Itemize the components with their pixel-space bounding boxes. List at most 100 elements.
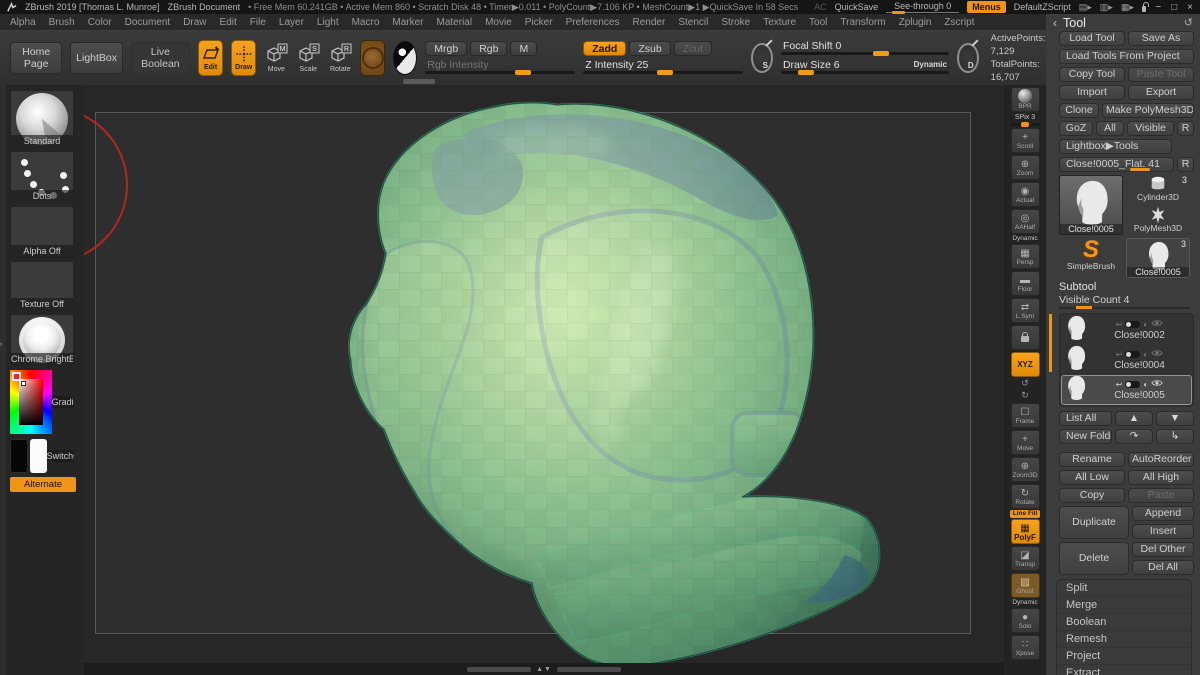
polypaint-icon[interactable]: ◐ xyxy=(1143,320,1148,329)
alternate-button[interactable]: Alternate xyxy=(10,477,76,492)
goz-visible-button[interactable]: Visible xyxy=(1127,121,1174,136)
left-item-texture-off[interactable]: Texture Off xyxy=(10,261,74,311)
edit-button[interactable]: Edit xyxy=(198,40,223,76)
goz-all-button[interactable]: All xyxy=(1096,121,1124,136)
lightbox-button[interactable]: LightBox xyxy=(70,42,122,74)
mrgb-button[interactable]: Mrgb xyxy=(425,41,467,56)
tool-thumb-close0005[interactable]: 3 Close!0005 xyxy=(1126,238,1190,278)
tool-thumb-active[interactable]: Close!0005 xyxy=(1059,175,1123,235)
subtool-row[interactable]: ↩◐Close!0002 xyxy=(1061,315,1192,345)
switch-color-swatches[interactable] xyxy=(10,439,47,473)
menu-movie[interactable]: Movie xyxy=(485,17,512,28)
current-color-chip[interactable] xyxy=(12,372,21,381)
zadd-button[interactable]: Zadd xyxy=(583,41,626,56)
shelf-rotate-button[interactable]: ↻Rotate xyxy=(1011,484,1040,509)
menu-brush[interactable]: Brush xyxy=(49,17,75,28)
polypaint-icon[interactable]: ◐ xyxy=(1143,350,1148,359)
new-folder-button[interactable]: New Folder xyxy=(1059,429,1112,444)
eye-icon[interactable] xyxy=(1151,379,1163,389)
panel-refresh-icon[interactable]: ↺ xyxy=(1184,16,1193,29)
move-down-button[interactable]: ▼ xyxy=(1156,411,1194,426)
z-intensity-slider[interactable]: Z Intensity 25 xyxy=(583,59,743,75)
shelf-spix-slider[interactable]: SPix 3 xyxy=(1010,114,1040,126)
menu-layer[interactable]: Layer xyxy=(279,17,304,28)
menus-button[interactable]: Menus xyxy=(967,1,1006,13)
import-button[interactable]: Import xyxy=(1059,85,1125,100)
del-all-button[interactable]: Del All xyxy=(1132,560,1194,575)
document-canvas[interactable]: ▲▼ xyxy=(84,85,1004,675)
section-remesh[interactable]: Remesh xyxy=(1057,631,1191,648)
redo-arrow-button[interactable]: ↷ xyxy=(1115,429,1153,444)
minimize-button[interactable]: − xyxy=(1154,2,1162,13)
save-as-button[interactable]: Save As xyxy=(1128,31,1194,46)
menu-macro[interactable]: Macro xyxy=(352,17,380,28)
left-item-alternate-button[interactable]: Alternate xyxy=(10,477,74,492)
branch-arrow-button[interactable]: ↳ xyxy=(1156,429,1194,444)
goz-r-button[interactable]: R xyxy=(1177,121,1194,136)
menu-zplugin[interactable]: Zplugin xyxy=(899,17,932,28)
menu-draw[interactable]: Draw xyxy=(183,17,206,28)
visibility-pill-icon[interactable] xyxy=(1125,321,1140,328)
left-item-material-chrome[interactable]: Chrome BrightBl xyxy=(10,314,74,366)
subtool-row[interactable]: ↩◐Close!0005 xyxy=(1061,375,1192,405)
menu-texture[interactable]: Texture xyxy=(763,17,796,28)
shelf-bpr-button[interactable]: BPR xyxy=(1011,87,1040,112)
eye-icon[interactable] xyxy=(1151,349,1163,359)
shelf-spin-left-icon[interactable]: ↺ xyxy=(1017,378,1033,390)
tool-thumb-cylinder3d[interactable]: 3 Cylinder3D xyxy=(1126,175,1190,204)
menu-tool[interactable]: Tool xyxy=(809,17,827,28)
subtool-header[interactable]: Subtool xyxy=(1059,281,1200,293)
material-sphere-button[interactable] xyxy=(393,41,417,75)
rotate-button[interactable]: R Rotate xyxy=(328,43,352,73)
goz-button[interactable]: GoZ xyxy=(1059,121,1093,136)
quicksave-button[interactable]: QuickSave xyxy=(835,2,879,12)
copy-button[interactable]: Copy xyxy=(1059,488,1125,503)
move-button[interactable]: M Move xyxy=(264,43,288,73)
copy-tool-button[interactable]: Copy Tool xyxy=(1059,67,1125,82)
menu-render[interactable]: Render xyxy=(633,17,666,28)
subtool-thumbnail[interactable] xyxy=(1065,375,1087,406)
menu-edit[interactable]: Edit xyxy=(220,17,237,28)
section-split[interactable]: Split xyxy=(1057,580,1191,597)
panel-back-icon[interactable]: ‹ xyxy=(1053,16,1057,30)
home-page-button[interactable]: Home Page xyxy=(10,42,62,74)
shelf-polyf-button[interactable]: ▦PolyF xyxy=(1011,519,1040,544)
subtool-scrollbar[interactable] xyxy=(1049,314,1052,372)
clone-button[interactable]: Clone xyxy=(1059,103,1099,118)
stroke-preview-button[interactable] xyxy=(360,40,385,76)
draw-size-slider[interactable]: Draw Size 6 Dynamic xyxy=(781,59,949,75)
append-button[interactable]: Append xyxy=(1132,506,1194,521)
shelf-xyz-button[interactable]: XYZ xyxy=(1011,352,1040,377)
left-item-brush-standard[interactable]: Standard xyxy=(10,90,74,148)
menu-zscript[interactable]: Zscript xyxy=(944,17,974,28)
live-boolean-button[interactable]: Live Boolean xyxy=(131,42,190,74)
left-tray-divider[interactable]: « xyxy=(0,85,6,675)
autoreorder-button[interactable]: AutoReorder xyxy=(1128,452,1194,467)
shelf-lock-icon[interactable] xyxy=(1011,325,1040,350)
active-tool-slider[interactable]: Close!0005_Flat. 41 xyxy=(1059,157,1174,172)
draw-dial-icon[interactable]: D xyxy=(957,43,979,73)
left-item-stroke-dots[interactable]: Dots xyxy=(10,151,74,203)
eye-icon[interactable] xyxy=(1151,319,1163,329)
tablet-settings-icon[interactable]: ▤▸ xyxy=(1079,2,1092,12)
paste-tool-button[interactable]: Paste Tool xyxy=(1128,67,1194,82)
left-item-switch-color[interactable]: SwitchColor xyxy=(10,438,74,474)
lightbox-tools-button[interactable]: Lightbox▶Tools xyxy=(1059,139,1172,154)
menu-stroke[interactable]: Stroke xyxy=(721,17,750,28)
del-other-button[interactable]: Del Other xyxy=(1132,542,1194,557)
default-zscript-button[interactable]: DefaultZScript xyxy=(1014,2,1071,12)
menu-picker[interactable]: Picker xyxy=(525,17,553,28)
shelf-floor-button[interactable]: ▬Floor xyxy=(1011,271,1040,296)
make-polymesh3d-button[interactable]: Make PolyMesh3D xyxy=(1102,103,1194,118)
visibility-pill-icon[interactable] xyxy=(1125,381,1140,388)
restore-button[interactable]: □ xyxy=(1170,2,1178,13)
shelf-transp-button[interactable]: ◪Transp xyxy=(1011,546,1040,571)
all-high-button[interactable]: All High xyxy=(1128,470,1194,485)
all-low-button[interactable]: All Low xyxy=(1059,470,1125,485)
menu-file[interactable]: File xyxy=(250,17,266,28)
polypaint-icon[interactable]: ◐ xyxy=(1143,380,1148,389)
menu-material[interactable]: Material xyxy=(437,17,473,28)
subtool-thumbnail[interactable] xyxy=(1065,315,1087,346)
tool-thumb-polymesh3d[interactable]: PolyMesh3D xyxy=(1126,206,1190,235)
brush-presets-icon[interactable]: ▦▸ xyxy=(1121,2,1134,12)
